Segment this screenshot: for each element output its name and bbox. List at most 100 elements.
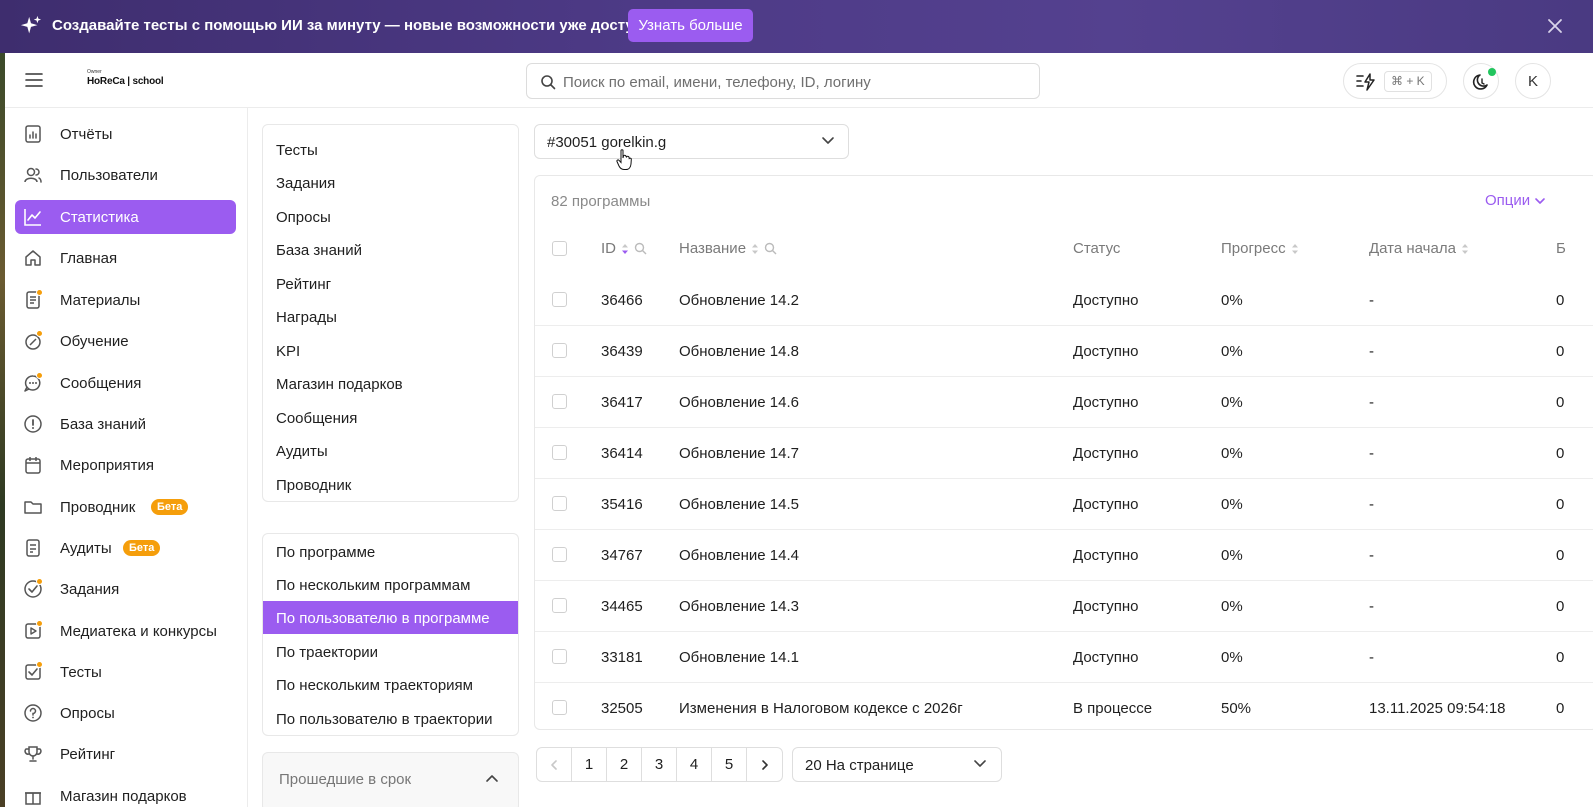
completed-on-time-panel[interactable]: Прошедшие в срок	[262, 752, 519, 807]
cell-status: Доступно	[1073, 598, 1139, 615]
section-surveys[interactable]: Опросы	[263, 200, 518, 233]
table-row[interactable]: 36439 Обновление 14.8 Доступно 0% - 0	[535, 326, 1593, 377]
report-by-user-in-trajectory[interactable]: По пользователю в траектории	[263, 702, 518, 735]
table-row[interactable]: 34465 Обновление 14.3 Доступно 0% - 0	[535, 581, 1593, 632]
column-name[interactable]: Название	[679, 240, 777, 257]
cell-name[interactable]: Обновление 14.4	[679, 547, 799, 564]
table-row[interactable]: 36417 Обновление 14.6 Доступно 0% - 0	[535, 377, 1593, 428]
theme-toggle-button[interactable]	[1463, 63, 1499, 99]
column-progress[interactable]: Прогресс	[1221, 240, 1300, 257]
row-checkbox[interactable]	[552, 496, 567, 511]
report-label: По нескольким программам	[276, 577, 471, 594]
report-by-program[interactable]: По программе	[263, 535, 518, 568]
row-checkbox[interactable]	[552, 649, 567, 664]
section-awards[interactable]: Награды	[263, 300, 518, 333]
next-page-button[interactable]	[746, 747, 783, 782]
cell-name[interactable]: Обновление 14.1	[679, 649, 799, 666]
per-page-select[interactable]: 20 На странице	[792, 747, 1002, 782]
column-id[interactable]: ID	[601, 240, 647, 257]
sidebar-item-label: Отчёты	[60, 126, 113, 143]
sort-icon[interactable]	[1290, 242, 1300, 256]
section-rating[interactable]: Рейтинг	[263, 267, 518, 300]
prev-page-button[interactable]	[536, 747, 572, 782]
row-checkbox[interactable]	[552, 394, 567, 409]
row-checkbox[interactable]	[552, 547, 567, 562]
row-checkbox[interactable]	[552, 343, 567, 358]
row-checkbox[interactable]	[552, 598, 567, 613]
row-checkbox[interactable]	[552, 292, 567, 307]
section-label: Задания	[276, 175, 336, 192]
sidebar-item-messages[interactable]: Сообщения	[15, 366, 236, 400]
cell-name[interactable]: Обновление 14.2	[679, 292, 799, 309]
options-button[interactable]: Опции	[1485, 192, 1546, 209]
sidebar-item-explorer[interactable]: Проводник Бета	[15, 490, 236, 524]
cell-name[interactable]: Обновление 14.3	[679, 598, 799, 615]
page-button[interactable]: 2	[606, 747, 642, 782]
cell-name[interactable]: Обновление 14.7	[679, 445, 799, 462]
sidebar-item-events[interactable]: Мероприятия	[15, 448, 236, 482]
report-by-multiple-programs[interactable]: По нескольким программам	[263, 568, 518, 601]
table-row[interactable]: 36466 Обновление 14.2 Доступно 0% - 0	[535, 275, 1593, 326]
menu-icon[interactable]	[25, 72, 43, 88]
sidebar-item-home[interactable]: Главная	[15, 241, 236, 275]
table-row[interactable]: 32505 Изменения в Налоговом кодексе с 20…	[535, 683, 1593, 729]
sidebar-item-reports[interactable]: Отчёты	[15, 117, 236, 151]
report-by-multiple-trajectories[interactable]: По нескольким траекториям	[263, 668, 518, 701]
sidebar-item-rating[interactable]: Рейтинг	[15, 737, 236, 771]
cell-name[interactable]: Изменения в Налоговом кодексе с 2026г	[679, 700, 963, 717]
page-button[interactable]: 5	[711, 747, 747, 782]
page-button[interactable]: 1	[571, 747, 607, 782]
cell-start-date: 13.11.2025 09:54:18	[1369, 700, 1506, 717]
section-audits[interactable]: Аудиты	[263, 434, 518, 467]
learn-more-button[interactable]: Узнать больше	[628, 9, 753, 42]
section-tests[interactable]: Тесты	[263, 133, 518, 166]
cell-name[interactable]: Обновление 14.8	[679, 343, 799, 360]
sidebar-item-audits[interactable]: Аудиты Бета	[15, 531, 236, 565]
sort-icon[interactable]	[620, 242, 630, 256]
section-gift-shop[interactable]: Магазин подарков	[263, 367, 518, 400]
select-all-checkbox[interactable]	[552, 241, 567, 256]
row-checkbox[interactable]	[552, 445, 567, 460]
sidebar-item-surveys[interactable]: Опросы	[15, 696, 236, 730]
report-by-trajectory[interactable]: По траектории	[263, 635, 518, 668]
search-input[interactable]	[563, 71, 1023, 93]
global-search[interactable]	[526, 63, 1040, 99]
sidebar-item-tests[interactable]: Тесты	[15, 655, 236, 689]
column-start-date[interactable]: Дата начала	[1369, 240, 1470, 257]
row-checkbox[interactable]	[552, 700, 567, 715]
cell-name[interactable]: Обновление 14.5	[679, 496, 799, 513]
cell-id: 33181	[601, 649, 643, 666]
page-button[interactable]: 3	[641, 747, 677, 782]
section-explorer[interactable]: Проводник	[263, 468, 518, 501]
user-select[interactable]: #30051 gorelkin.g	[534, 124, 849, 159]
report-by-user-in-program[interactable]: По пользователю в программе	[263, 601, 518, 634]
sort-icon[interactable]	[1460, 242, 1470, 256]
avatar[interactable]: K	[1515, 63, 1551, 99]
sidebar-item-media[interactable]: Медиатека и конкурсы	[15, 614, 236, 648]
close-icon[interactable]	[1546, 17, 1564, 35]
section-kpi[interactable]: KPI	[263, 334, 518, 367]
sidebar-item-tasks[interactable]: Задания	[15, 572, 236, 606]
section-tasks[interactable]: Задания	[263, 166, 518, 199]
sort-icon[interactable]	[750, 242, 760, 256]
table-row[interactable]: 34767 Обновление 14.4 Доступно 0% - 0	[535, 530, 1593, 581]
page-button[interactable]: 4	[676, 747, 712, 782]
sidebar-item-gift-shop[interactable]: Магазин подарков	[15, 779, 236, 807]
table-row[interactable]: 33181 Обновление 14.1 Доступно 0% - 0	[535, 632, 1593, 683]
section-knowledge-base[interactable]: База знаний	[263, 233, 518, 266]
sidebar-item-users[interactable]: Пользователи	[15, 158, 236, 192]
table-row[interactable]: 36414 Обновление 14.7 Доступно 0% - 0	[535, 428, 1593, 479]
search-icon[interactable]	[764, 242, 777, 255]
search-icon[interactable]	[634, 242, 647, 255]
cell-name[interactable]: Обновление 14.6	[679, 394, 799, 411]
sidebar-item-statistics[interactable]: Статистика	[15, 200, 236, 234]
chevron-up-icon[interactable]	[485, 773, 499, 783]
sidebar-item-materials[interactable]: Материалы	[15, 283, 236, 317]
section-messages[interactable]: Сообщения	[263, 401, 518, 434]
table-row[interactable]: 35416 Обновление 14.5 Доступно 0% - 0	[535, 479, 1593, 530]
sidebar-item-knowledge-base[interactable]: База знаний	[15, 407, 236, 441]
sidebar-item-learning[interactable]: Обучение	[15, 324, 236, 358]
quick-actions-button[interactable]: ⌘ + K	[1343, 63, 1447, 99]
cell-start-date: -	[1369, 292, 1374, 309]
logo[interactable]: Owner HoReCa | school	[87, 69, 167, 93]
